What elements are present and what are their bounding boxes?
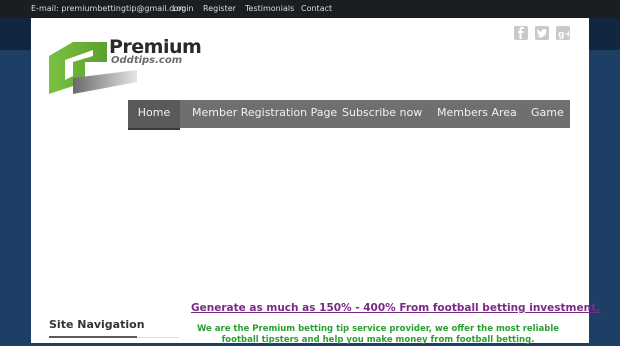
nav-members-area[interactable]: Members Area <box>437 100 517 128</box>
sidebar-title: Site Navigation <box>49 318 145 331</box>
nav-member-registration[interactable]: Member Registration Page <box>192 100 337 128</box>
facebook-icon[interactable] <box>514 26 528 40</box>
contact-email: E-mail: premiumbettingtip@gmail.com <box>31 4 187 13</box>
login-link[interactable]: Login <box>172 0 194 18</box>
page-container: Premium Oddtips.com g+ Home Member Regis… <box>31 18 600 345</box>
nav-home[interactable]: Home <box>128 100 180 130</box>
nav-game[interactable]: Game <box>531 100 564 128</box>
sidebar-divider-light <box>137 337 179 338</box>
top-bar: E-mail: premiumbettingtip@gmail.com Logi… <box>0 0 620 18</box>
svg-text:g+: g+ <box>558 30 570 40</box>
google-plus-icon[interactable]: g+ <box>556 26 570 40</box>
nav-subscribe[interactable]: Subscribe now <box>342 100 422 128</box>
register-link[interactable]: Register <box>203 0 236 18</box>
promo-link[interactable]: Generate as much as 150% - 400% From foo… <box>191 302 600 314</box>
twitter-icon[interactable] <box>535 26 549 40</box>
contact-link[interactable]: Contact <box>301 0 332 18</box>
logo-subtitle[interactable]: Oddtips.com <box>111 55 182 66</box>
sidebar-divider <box>49 336 137 338</box>
testimonials-link[interactable]: Testimonials <box>245 0 294 18</box>
main-nav: Home Member Registration Page Subscribe … <box>128 100 570 130</box>
